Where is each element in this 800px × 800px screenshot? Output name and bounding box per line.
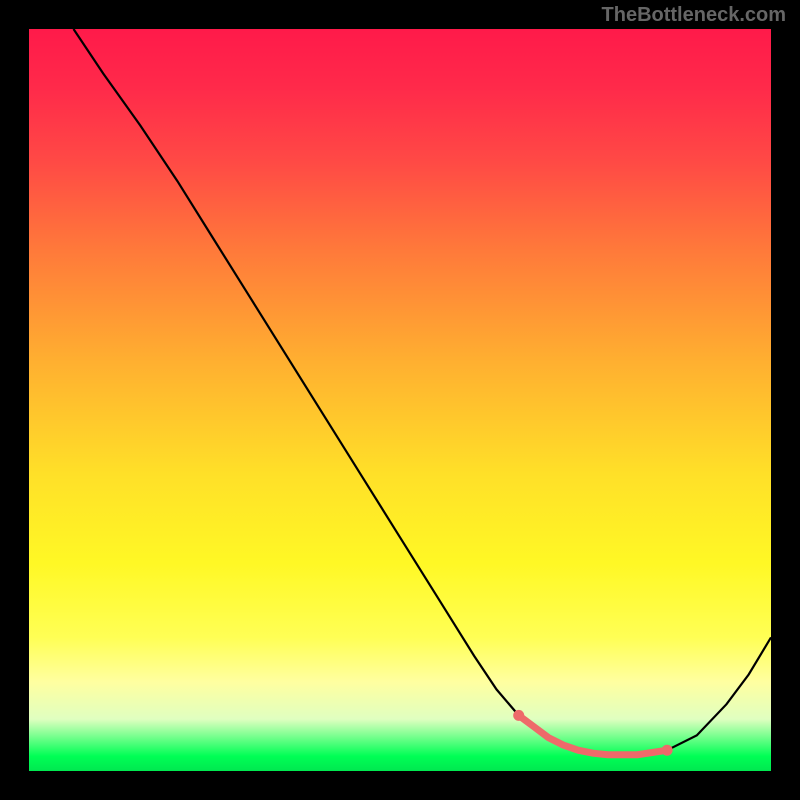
watermark-text: TheBottleneck.com [602, 4, 786, 27]
chart-plot-area [29, 29, 771, 771]
chart-svg [29, 29, 771, 771]
curve-highlight [513, 710, 672, 756]
curve-line [74, 29, 772, 755]
